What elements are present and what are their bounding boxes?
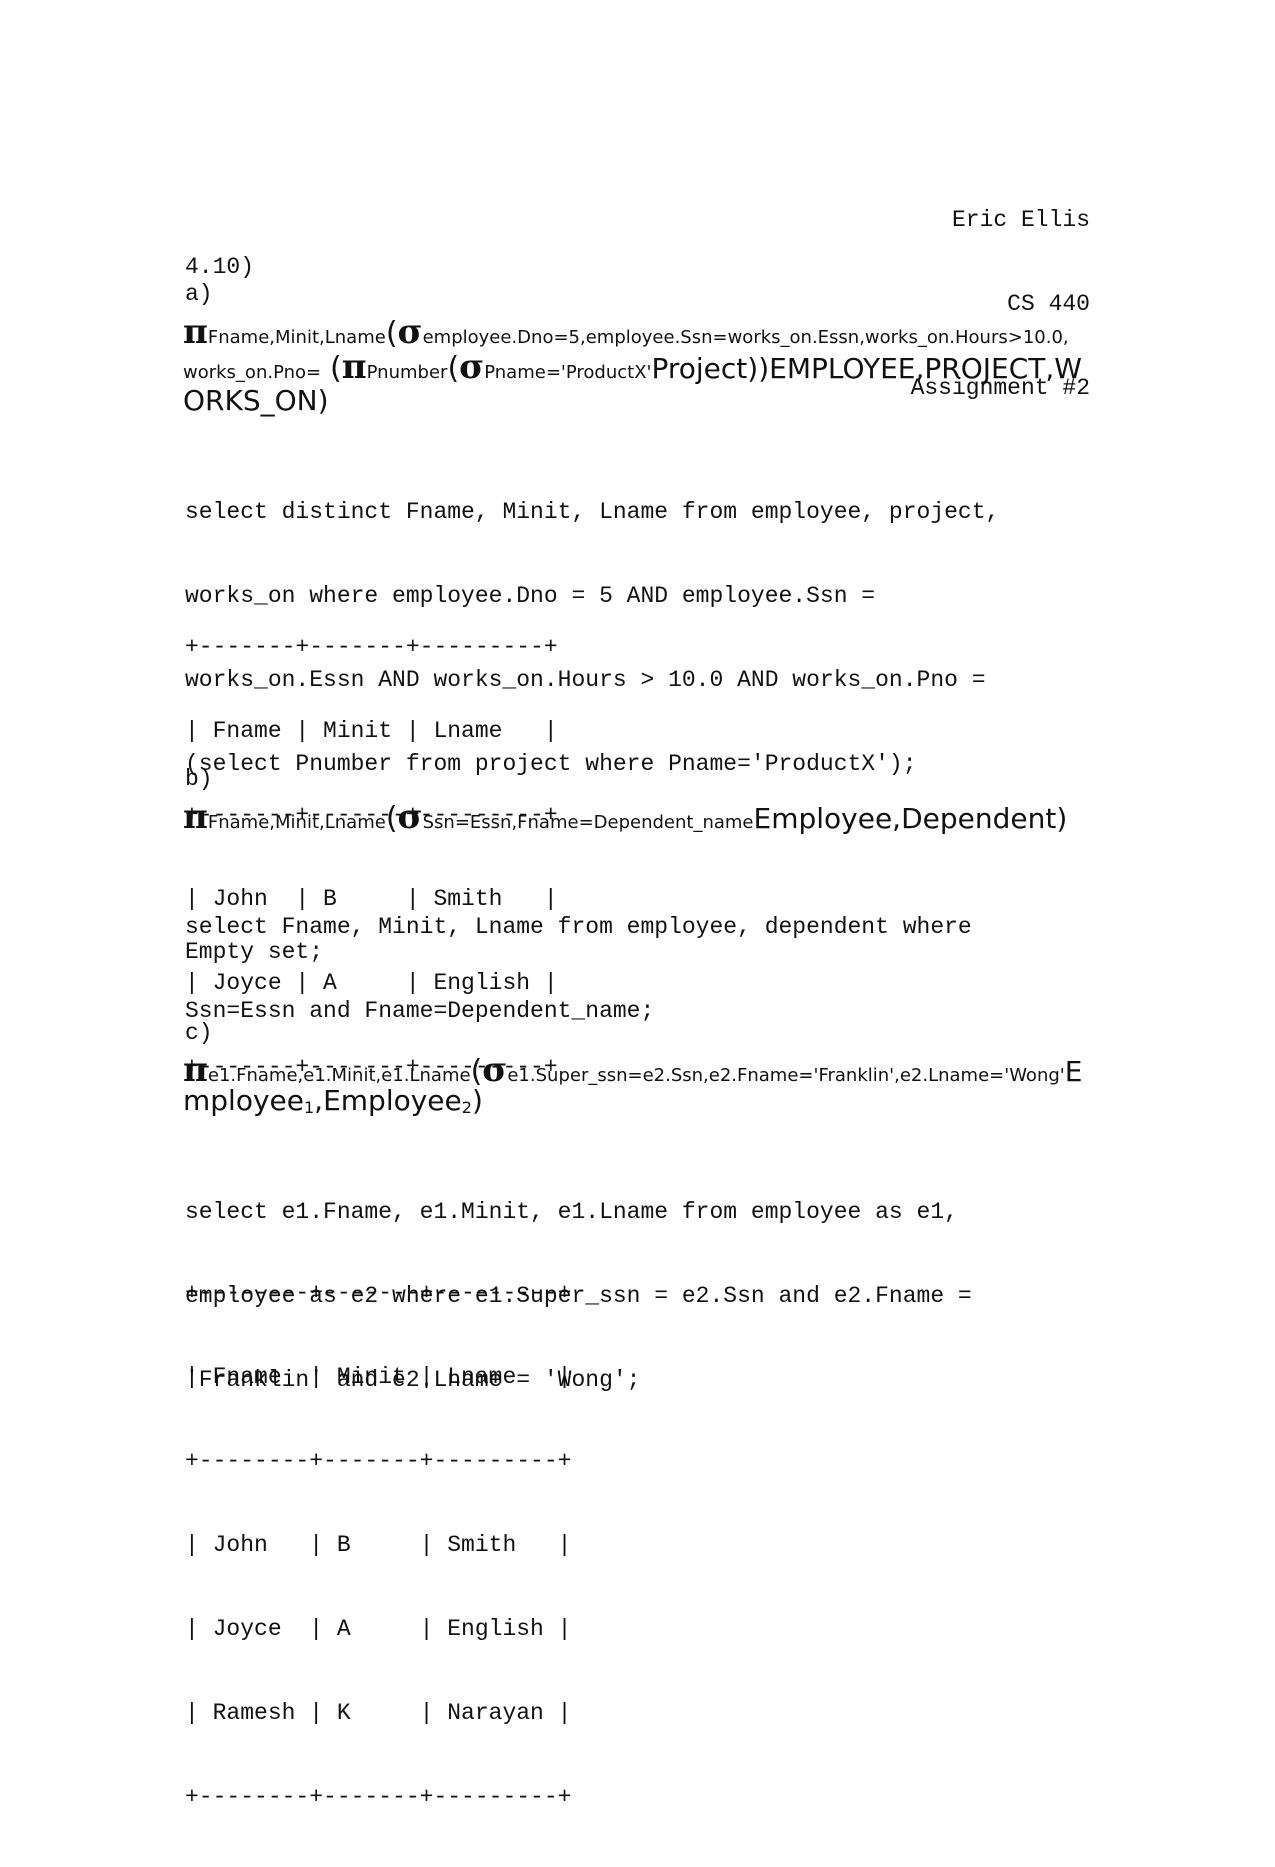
sql-line: select e1.Fname, e1.Minit, e1.Lname from…: [185, 1199, 958, 1225]
pi-subscript: Fname,Minit,Lname: [207, 327, 386, 348]
author-name: Eric Ellis: [951, 207, 1090, 233]
part-b-result: Empty set;: [185, 939, 324, 965]
part-b-label: b): [185, 766, 213, 792]
sigma-symbol: σ: [482, 1050, 508, 1090]
table-header-row: | Fname | Minit | Lname |: [185, 718, 558, 744]
inner-sigma-subscript: Pname='ProductX': [484, 362, 652, 383]
sigma-subscript: Ssn=Essn,Fname=Dependent_name: [422, 812, 754, 833]
part-c-label: c): [185, 1020, 213, 1046]
table-border: +--------+-------+---------+: [185, 1280, 572, 1306]
part-a-algebra-line1: πFname,Minit,Lname(σemployee.Dno=5,emplo…: [183, 312, 1069, 352]
inner-pi-symbol: π: [341, 347, 367, 387]
pi-subscript: e1.Fname,e1.Minit,e1.Lname: [207, 1065, 471, 1086]
part-b-algebra: πFname,Minit,Lname(σSsn=Essn,Fname=Depen…: [183, 797, 1068, 837]
pi-symbol: π: [183, 312, 208, 352]
table-border: +--------+-------+---------+: [185, 1784, 572, 1810]
sigma-subscript-continued: works_on.Pno=: [183, 362, 322, 383]
table-row: | Ramesh | K | Narayan |: [185, 1700, 572, 1726]
sql-line: select Fname, Minit, Lname from employee…: [185, 914, 972, 940]
relations: Employee,Dependent): [753, 802, 1068, 835]
table-header-row: | Fname | Minit | Lname |: [185, 1364, 572, 1390]
sigma-subscript: employee.Dno=5,employee.Ssn=works_on.Ess…: [422, 327, 1069, 348]
table-border: +-------+-------+---------+: [185, 634, 558, 660]
sql-line: Ssn=Essn and Fname=Dependent_name;: [185, 998, 655, 1024]
part-a-algebra-line3: ORKS_ON): [183, 384, 329, 417]
sql-line: select distinct Fname, Minit, Lname from…: [185, 499, 1000, 525]
pi-subscript: Fname,Minit,Lname: [207, 812, 386, 833]
pi-symbol: π: [183, 797, 208, 837]
sigma-symbol: σ: [397, 797, 423, 837]
sigma-subscript: e1.Super_ssn=e2.Ssn,e2.Fname='Franklin',…: [507, 1065, 1065, 1086]
part-c-result-table: +--------+-------+---------+ | Fname | M…: [185, 1223, 571, 1867]
table-border: +--------+-------+---------+: [185, 1448, 572, 1474]
part-a-algebra-line2: works_on.Pno= (πPnumber(σPname='ProductX…: [183, 347, 1082, 387]
part-c-algebra-line2: mployee1,Employee2): [183, 1084, 483, 1117]
table-row: | Joyce | A | English |: [185, 1616, 572, 1642]
problem-number: 4.10): [185, 254, 255, 280]
part-b-sql: select Fname, Minit, Lname from employee…: [185, 857, 972, 1081]
document-page: Eric Ellis CS 440 Assignment #2 4.10) a)…: [0, 0, 1275, 1810]
document-header: Eric Ellis CS 440 Assignment #2: [911, 150, 1090, 458]
inner-pi-subscript: Pnumber: [366, 362, 448, 383]
part-a-label: a): [185, 281, 213, 307]
inner-relation: Project))EMPLOYEE,PROJECT,W: [651, 352, 1082, 385]
inner-sigma-symbol: σ: [459, 347, 485, 387]
sigma-symbol: σ: [397, 312, 423, 352]
table-row: | John | B | Smith |: [185, 1532, 572, 1558]
